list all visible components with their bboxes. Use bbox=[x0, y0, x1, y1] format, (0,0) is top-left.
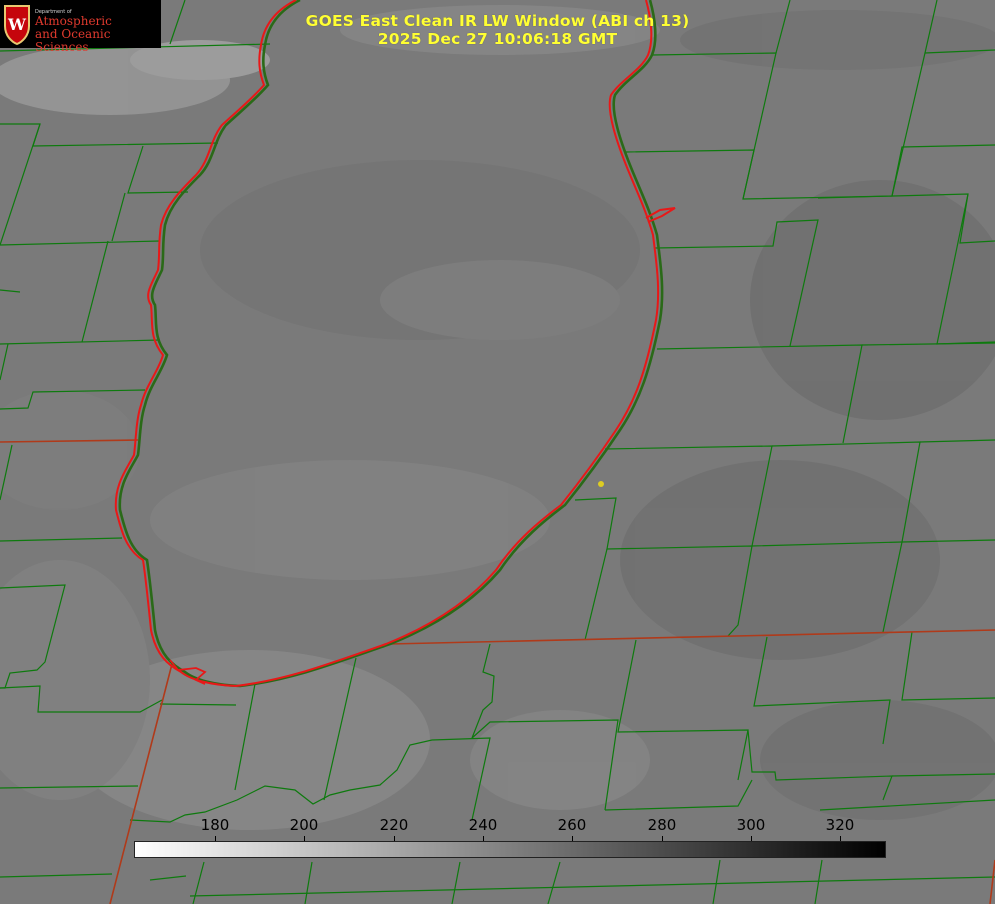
uw-aos-logo: W Department of Atmospheric and Oceanic … bbox=[0, 0, 161, 54]
colorbar bbox=[134, 841, 886, 858]
colorbar-tick-label: 260 bbox=[557, 816, 587, 834]
colorbar-tick-label: 240 bbox=[468, 816, 498, 834]
product-title: GOES East Clean IR LW Window (ABI ch 13) bbox=[305, 12, 690, 30]
colorbar-tick-label: 320 bbox=[825, 816, 855, 834]
timestamp-title: 2025 Dec 27 10:06:18 GMT bbox=[377, 30, 618, 48]
uw-crest-icon: W bbox=[4, 5, 30, 46]
colorbar-tick-label: 200 bbox=[289, 816, 319, 834]
colorbar-tick-label: 280 bbox=[647, 816, 677, 834]
satellite-map bbox=[0, 0, 995, 904]
location-marker bbox=[598, 481, 604, 487]
colorbar-tick-label: 180 bbox=[200, 816, 230, 834]
svg-text:W: W bbox=[7, 15, 27, 34]
colorbar-tick-label: 300 bbox=[736, 816, 766, 834]
colorbar-tick-label: 220 bbox=[379, 816, 409, 834]
logo-line2: and Oceanic Sciences bbox=[35, 27, 111, 54]
